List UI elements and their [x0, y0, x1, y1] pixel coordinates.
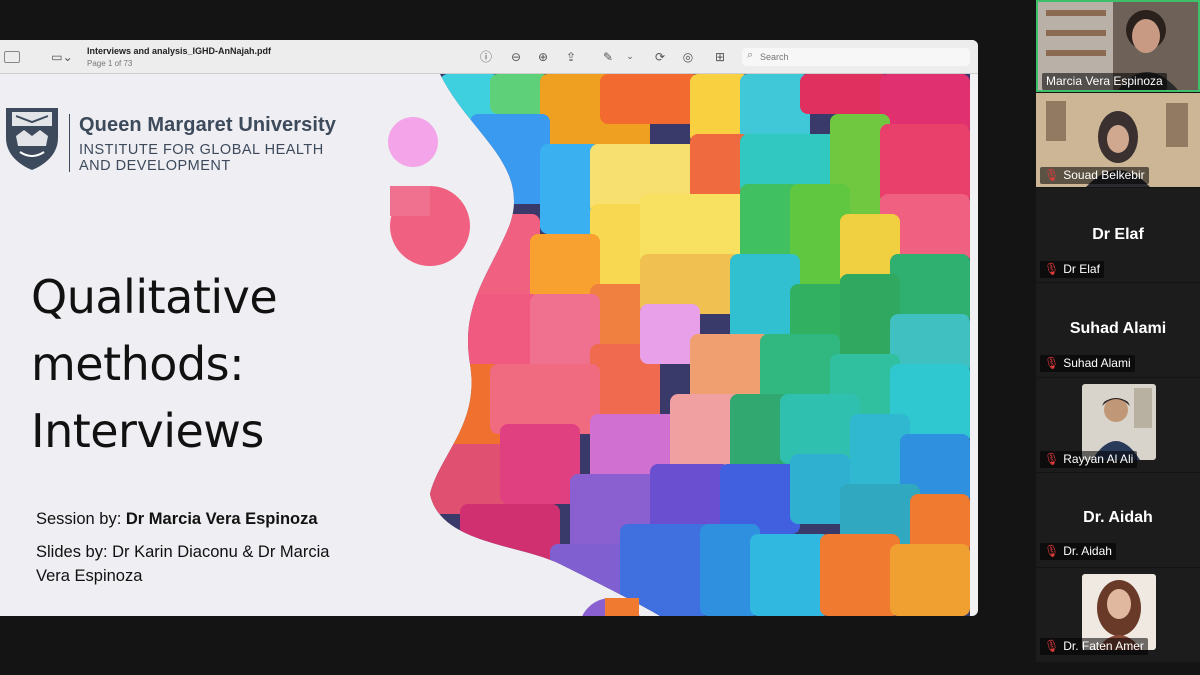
participant-name-tag: 🎙 Dr. Aidah	[1040, 543, 1116, 560]
form-icon[interactable]: ⊞	[710, 49, 730, 65]
shared-screen: ▭⌄ Interviews and analysis_IGHD-AnNajah.…	[0, 40, 978, 616]
avatar	[1082, 384, 1156, 460]
participant-name-tag: 🎙 Souad Belkebir	[1040, 167, 1149, 184]
session-label: Session by:	[36, 510, 126, 528]
highlight-icon[interactable]: ◎	[680, 49, 696, 65]
participant-name-tag: 🎙 Dr Elaf	[1040, 261, 1104, 278]
participant-display-name: Dr Elaf	[1092, 226, 1144, 243]
session-credit: Session by: Dr Marcia Vera Espinoza	[36, 510, 318, 529]
mic-muted-icon: 🎙	[1044, 452, 1060, 466]
participant-display-name: Dr. Aidah	[1083, 509, 1153, 526]
participant-tile-p6[interactable]: Dr. Aidah 🎙 Dr. Aidah	[1036, 473, 1200, 567]
mic-muted-icon: 🎙	[1044, 262, 1060, 276]
participant-tile-p4[interactable]: Suhad Alami 🎙 Suhad Alami	[1036, 283, 1200, 377]
window-icon[interactable]	[4, 51, 20, 63]
participant-tile-p3[interactable]: Dr Elaf 🎙 Dr Elaf	[1036, 188, 1200, 282]
participant-name-tag: 🎙 Rayyan Al Ali	[1040, 451, 1138, 468]
slides-credit-line-2: Vera Espinoza	[36, 567, 143, 585]
participant-tile-p1[interactable]: Marcia Vera Espinoza	[1036, 0, 1200, 92]
participant-tile-p7[interactable]: 🎙 Dr. Faten Amer	[1036, 568, 1200, 662]
avatar-photo	[1082, 384, 1156, 460]
sidebar-icon[interactable]: ▭⌄	[48, 49, 76, 65]
zoom-in-icon[interactable]: ⊕	[535, 49, 551, 65]
mic-muted-icon: 🎙	[1044, 168, 1060, 182]
chevron-down-icon[interactable]: ⌄	[624, 49, 636, 65]
mic-muted-icon: 🎙	[1044, 544, 1060, 558]
slide-title-line-1: Qualitative	[31, 270, 278, 324]
institute-line-2: AND DEVELOPMENT	[79, 158, 231, 174]
slide-canvas: Queen Margaret University INSTITUTE FOR …	[0, 74, 970, 616]
info-icon[interactable]: ⓘ	[478, 49, 494, 65]
page-indicator: Page 1 of 73	[87, 59, 133, 68]
rotate-icon[interactable]: ⟳	[652, 49, 668, 65]
share-icon[interactable]: ⇪	[563, 49, 579, 65]
participant-name-tag: 🎙 Dr. Faten Amer	[1040, 638, 1148, 655]
zoom-out-icon[interactable]: ⊖	[508, 49, 524, 65]
session-presenter: Dr Marcia Vera Espinoza	[125, 510, 318, 528]
mic-muted-icon: 🎙	[1044, 639, 1060, 653]
institute-line-1: INSTITUTE FOR GLOBAL HEALTH	[79, 142, 324, 158]
university-crest-icon	[6, 108, 58, 170]
participant-name-tag: Marcia Vera Espinoza	[1042, 73, 1167, 90]
document-title: Interviews and analysis_IGHD-AnNajah.pdf	[87, 46, 272, 56]
mic-muted-icon: 🎙	[1044, 356, 1060, 370]
pdf-toolbar: ▭⌄ Interviews and analysis_IGHD-AnNajah.…	[0, 40, 978, 74]
slides-credit-line-1: Slides by: Dr Karin Diaconu & Dr Marcia	[36, 543, 330, 561]
logo-divider	[69, 114, 70, 172]
slide-title-line-3: Interviews	[31, 404, 264, 458]
search-icon: ⌕	[747, 49, 754, 61]
participant-tile-p5[interactable]: 🎙 Rayyan Al Ali	[1036, 378, 1200, 472]
participant-tile-p2[interactable]: 🎙 Souad Belkebir	[1036, 93, 1200, 187]
university-name: Queen Margaret University	[79, 114, 337, 136]
participant-display-name: Suhad Alami	[1069, 320, 1167, 337]
search-field[interactable]: ⌕	[742, 48, 970, 66]
markup-icon[interactable]: ✎	[600, 49, 616, 65]
slide-title-line-2: methods:	[31, 337, 245, 391]
participant-name-tag: 🎙 Suhad Alami	[1040, 355, 1135, 372]
search-input[interactable]	[760, 49, 960, 65]
